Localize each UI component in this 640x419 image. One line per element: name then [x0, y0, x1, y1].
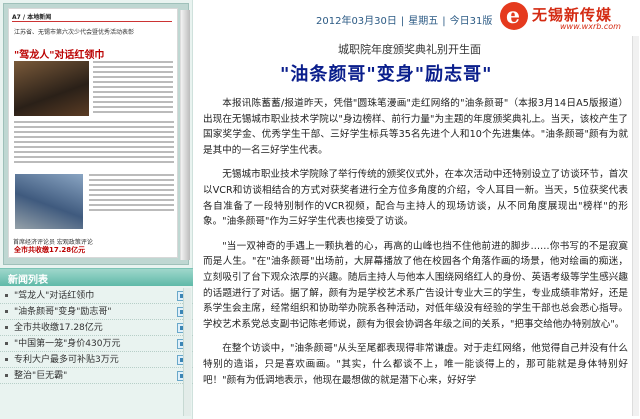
article-paragraph: 本报讯陈蓄蓄/报道昨天，凭借"圆珠笔漫画"走红网络的"油条颜哥"（本报3月14日… [203, 98, 628, 156]
news-item-label[interactable]: "中国第一笼"身价430万元 [14, 339, 120, 349]
issue-date-bar: 2012年03月30日 | 星期五 | 今日31版 [316, 16, 493, 27]
article-paragraph: 无锡城市职业技术学院除了举行传统的颁奖仪式外，在本次活动中还特别设立了访谈环节，… [203, 169, 628, 228]
thumbnail-text-block [14, 121, 174, 166]
news-item-label[interactable]: 专利大户最多可补贴3万元 [14, 355, 119, 365]
newspaper-thumbnail[interactable]: A7 / 本地新闻 江苏省、无锡市第六次少代会暨优秀活动表彰 "驾龙人"对话红领… [3, 3, 190, 265]
news-item-label[interactable]: "油条颜哥"变身"励志哥" [14, 307, 112, 317]
article-rubric: 城职院年度颁奖典礼别开生面 [338, 43, 481, 56]
news-list-item[interactable]: 专利大户最多可补贴3万元 [0, 352, 193, 368]
thumbnail-bottom-headline[interactable]: 全市共收缴17.28亿元 [14, 245, 85, 255]
news-item-label[interactable]: 全市共收缴17.28亿元 [14, 323, 103, 333]
article-scrollbar[interactable] [632, 36, 639, 416]
news-list-item[interactable]: "驾龙人"对话红领巾 [0, 288, 193, 304]
logo-url: www.wxrb.com [560, 22, 621, 31]
bullet-icon [5, 374, 8, 377]
thumbnail-photo [14, 61, 89, 116]
news-list-scrollbar[interactable] [183, 288, 191, 416]
article-paragraph: "当一双神奇的手遇上一颗执着的心，再高的山峰也挡不住他前进的脚步……你书写的不是… [203, 240, 628, 330]
news-list-header: 新闻列表 [0, 268, 193, 286]
news-list-item[interactable]: 整治"巨无霸" [0, 368, 193, 384]
issue-page-count: 今日31版 [449, 16, 493, 27]
left-panel: A7 / 本地新闻 江苏省、无锡市第六次少代会暨优秀活动表彰 "驾龙人"对话红领… [0, 0, 193, 419]
thumbnail-title[interactable]: "驾龙人"对话红领巾 [14, 46, 104, 61]
news-list-item[interactable]: 全市共收缴17.28亿元 [0, 320, 193, 336]
bullet-icon [5, 358, 8, 361]
thumbnail-page[interactable]: A7 / 本地新闻 江苏省、无锡市第六次少代会暨优秀活动表彰 "驾龙人"对话红领… [8, 8, 178, 258]
issue-weekday: 星期五 [408, 16, 439, 27]
thumbnail-text-block [93, 61, 173, 116]
logo-e-icon [500, 2, 528, 30]
article-paragraph: 在整个访谈中，"油条颜哥"从头至尾都表现得非常谦虚。对于走红网络，他觉得自己并没… [203, 343, 628, 386]
thumbnail-text-block [89, 174, 174, 214]
article-headline: "油条颜哥"变身"励志哥" [280, 64, 493, 85]
bullet-icon [5, 294, 8, 297]
news-list-title: 新闻列表 [8, 275, 48, 286]
news-list: "驾龙人"对话红领巾 "油条颜哥"变身"励志哥" 全市共收缴17.28亿元 "中… [0, 288, 193, 384]
news-list-item[interactable]: "中国第一笼"身价430万元 [0, 336, 193, 352]
bullet-icon [5, 342, 8, 345]
thumbnail-photo [15, 174, 83, 229]
page-curl-edge [180, 10, 190, 260]
bullet-icon [5, 326, 8, 329]
bullet-icon [5, 310, 8, 313]
issue-date: 2012年03月30日 [316, 16, 397, 27]
thumbnail-subline: 江苏省、无锡市第六次少代会暨优秀活动表彰 [14, 29, 135, 36]
site-logo[interactable]: 无锡新传媒 www.wxrb.com [500, 2, 638, 34]
news-item-label[interactable]: 整治"巨无霸" [14, 371, 67, 381]
article-body: 本报讯陈蓄蓄/报道昨天，凭借"圆珠笔漫画"走红网络的"油条颜哥"（本报3月14日… [203, 96, 628, 397]
news-list-item[interactable]: "油条颜哥"变身"励志哥" [0, 304, 193, 320]
news-item-label[interactable]: "驾龙人"对话红领巾 [14, 291, 94, 301]
thumbnail-section-head: A7 / 本地新闻 [12, 12, 172, 22]
